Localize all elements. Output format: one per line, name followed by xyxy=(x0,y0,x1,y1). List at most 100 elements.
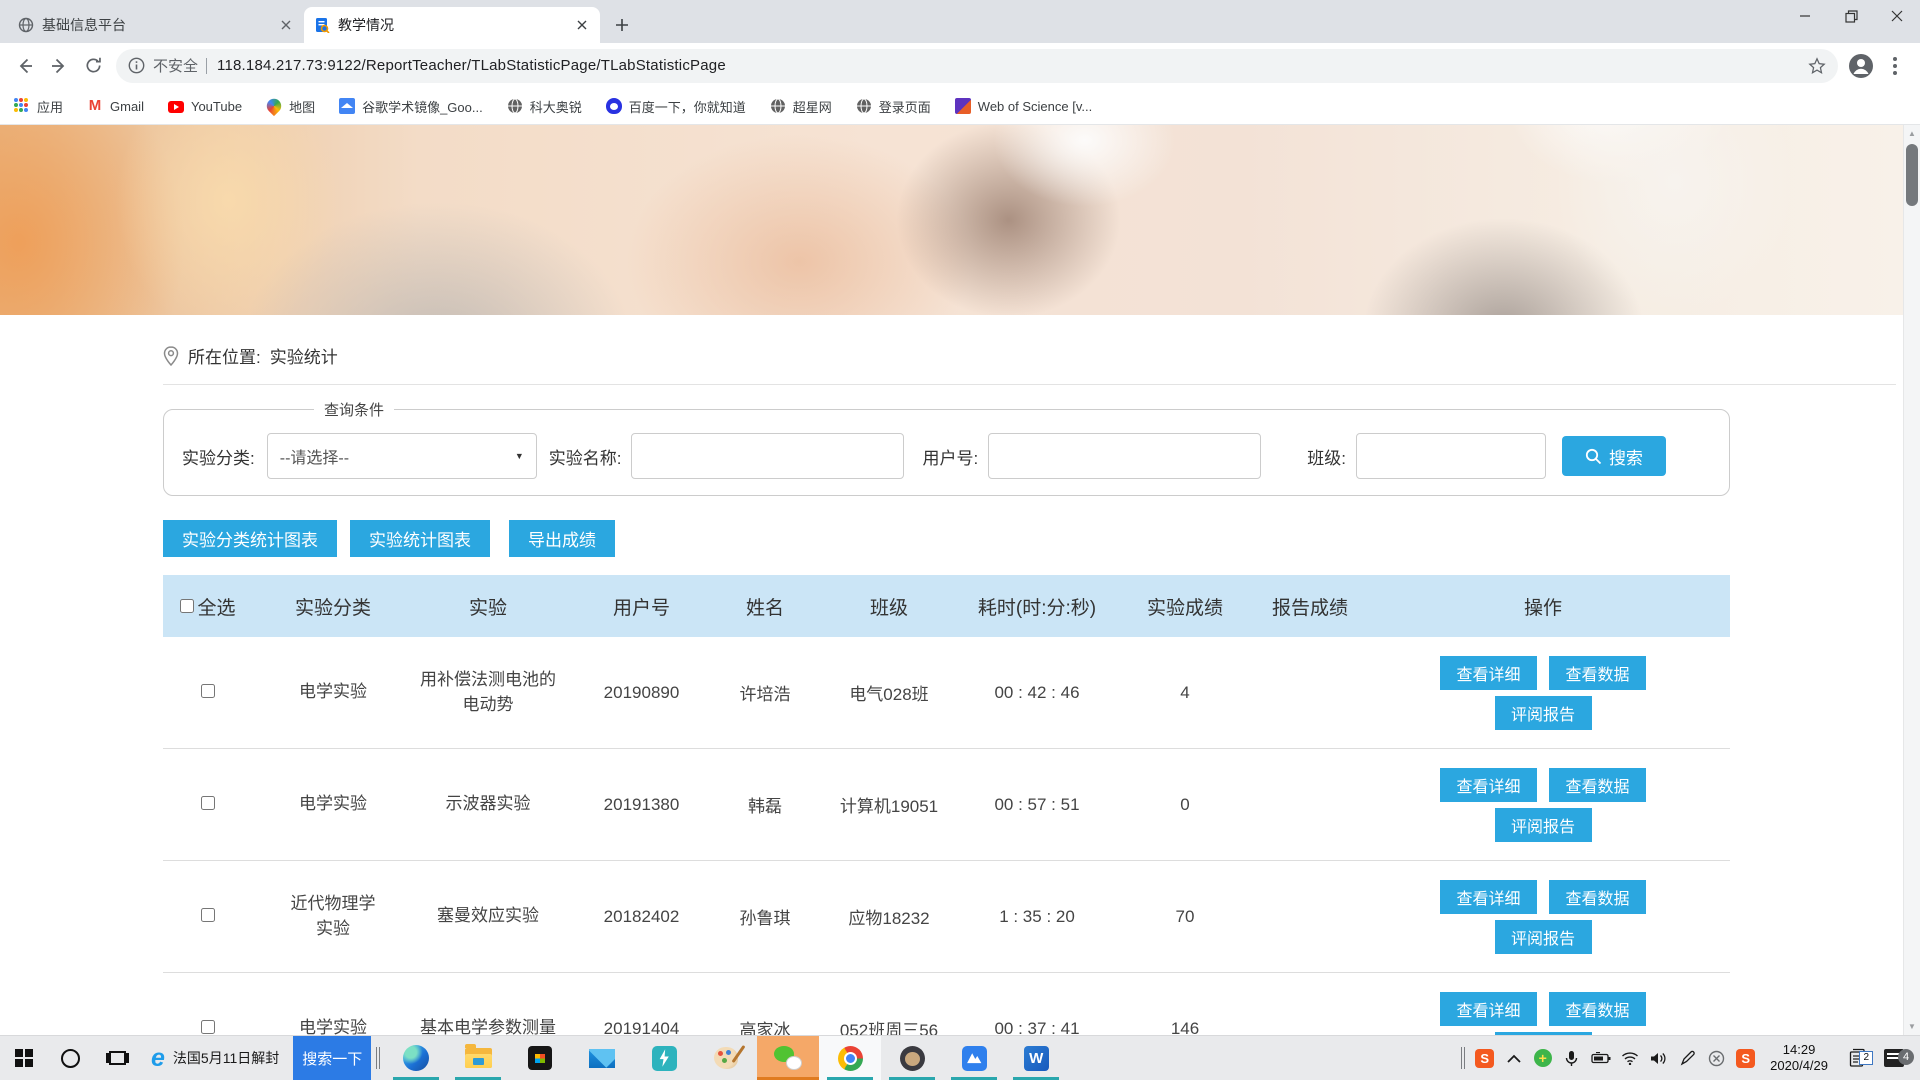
experiment-name-input[interactable] xyxy=(631,433,904,479)
review-report-button[interactable]: 评阅报告 xyxy=(1495,920,1592,954)
view-data-button[interactable]: 查看数据 xyxy=(1549,992,1646,1026)
360-safe-icon[interactable] xyxy=(1528,1049,1557,1067)
cortana-button[interactable] xyxy=(47,1036,94,1080)
back-icon[interactable] xyxy=(8,49,42,83)
reload-icon[interactable] xyxy=(76,49,110,83)
pen-input-icon[interactable] xyxy=(1673,1050,1702,1066)
bookmark-scholar-mirror[interactable]: 谷歌学术镜像_Goo... xyxy=(339,97,483,116)
bookmark-baidu[interactable]: 百度一下，你就知道 xyxy=(606,97,746,116)
taskbar-app-chrome[interactable] xyxy=(819,1036,881,1080)
taskbar-app-store[interactable] xyxy=(509,1036,571,1080)
search-button[interactable]: 搜索 xyxy=(1562,436,1666,476)
minimize-button[interactable] xyxy=(1782,0,1828,32)
row-checkbox[interactable] xyxy=(201,908,215,922)
news-ticker[interactable]: 法国5月11日解封 xyxy=(141,1036,293,1080)
action-center-button[interactable]: 4 xyxy=(1874,1049,1914,1067)
tab-basic-info-platform[interactable]: 基础信息平台 xyxy=(8,7,304,43)
start-button[interactable] xyxy=(0,1036,47,1080)
category-select[interactable]: --请选择-- ▼ xyxy=(267,433,537,479)
scroll-down-arrow[interactable]: ▼ xyxy=(1904,1018,1920,1035)
bookmark-star-icon[interactable] xyxy=(1808,57,1826,75)
query-conditions-panel: 查询条件 实验分类: --请选择-- ▼ 实验名称: 用户号: 班级: xyxy=(163,399,1730,496)
bookmark-youtube[interactable]: YouTube xyxy=(168,99,242,114)
cell-experiment: 基本电学参数测量 xyxy=(420,1016,556,1035)
taskbar-search-button[interactable]: 搜索一下 xyxy=(293,1036,371,1080)
bookmark-gmail[interactable]: Gmail xyxy=(87,98,144,114)
bookmark-login-page[interactable]: 登录页面 xyxy=(856,97,931,116)
user-id-input[interactable] xyxy=(988,433,1261,479)
scroll-up-arrow[interactable]: ▲ xyxy=(1904,125,1920,142)
class-input[interactable] xyxy=(1356,433,1546,479)
bookmark-maps[interactable]: 地图 xyxy=(266,97,315,116)
battery-icon[interactable] xyxy=(1586,1052,1615,1064)
bookmark-web-of-science[interactable]: Web of Science [v... xyxy=(955,98,1092,114)
close-window-button[interactable] xyxy=(1874,0,1920,32)
taskbar-app-paint[interactable] xyxy=(695,1036,757,1080)
bookmark-label: 超星网 xyxy=(793,97,832,116)
cell-duration: 00 : 42 : 46 xyxy=(968,683,1106,703)
taskbar-app-edge[interactable] xyxy=(385,1036,447,1080)
export-scores-button[interactable]: 导出成绩 xyxy=(509,520,615,557)
sogou-input-icon[interactable] xyxy=(1731,1049,1760,1068)
chevron-up-icon[interactable] xyxy=(1499,1054,1528,1063)
sogou-input-icon[interactable] xyxy=(1470,1049,1499,1068)
category-stat-chart-button[interactable]: 实验分类统计图表 xyxy=(163,520,337,557)
profile-avatar[interactable] xyxy=(1844,49,1878,83)
row-checkbox[interactable] xyxy=(201,1020,215,1034)
new-tab-button[interactable] xyxy=(608,11,636,39)
tab-title: 基础信息平台 xyxy=(42,15,270,35)
bookmark-label: 百度一下，你就知道 xyxy=(629,97,746,116)
address-bar[interactable]: 不安全 118.184.217.73:9122/ReportTeacher/TL… xyxy=(116,49,1838,83)
bookmark-kedaaorui[interactable]: 科大奥锐 xyxy=(507,97,582,116)
taskbar-clock[interactable]: 14:29 2020/4/29 xyxy=(1760,1042,1838,1074)
avatar-app-icon xyxy=(900,1046,925,1071)
bookmark-chaoxing[interactable]: 超星网 xyxy=(770,97,832,116)
view-data-button[interactable]: 查看数据 xyxy=(1549,768,1646,802)
cell-duration: 1 : 35 : 20 xyxy=(968,907,1106,927)
wifi-icon[interactable] xyxy=(1615,1051,1644,1065)
taskbar-app-wechat[interactable] xyxy=(757,1036,819,1080)
forward-icon[interactable] xyxy=(42,49,76,83)
page-scrollbar[interactable]: ▲ ▼ xyxy=(1903,125,1920,1035)
header-user-id: 用户号 xyxy=(563,593,720,620)
microphone-icon[interactable] xyxy=(1557,1050,1586,1067)
bookmark-label: 地图 xyxy=(289,97,315,116)
view-detail-button[interactable]: 查看详细 xyxy=(1440,656,1537,690)
browser-menu-icon[interactable] xyxy=(1878,49,1912,83)
cell-name: 韩磊 xyxy=(720,792,810,817)
task-view-button[interactable] xyxy=(94,1036,141,1080)
view-data-button[interactable]: 查看数据 xyxy=(1549,656,1646,690)
info-icon[interactable] xyxy=(128,57,145,74)
taskbar-app-lightning[interactable] xyxy=(633,1036,695,1080)
bookmark-label: YouTube xyxy=(191,99,242,114)
header-name: 姓名 xyxy=(720,593,810,620)
volume-icon[interactable] xyxy=(1644,1051,1673,1066)
bookmark-apps[interactable]: 应用 xyxy=(14,97,63,116)
review-report-button[interactable]: 评阅报告 xyxy=(1495,808,1592,842)
tab-title: 教学情况 xyxy=(338,15,566,35)
taskbar-app-mail[interactable] xyxy=(571,1036,633,1080)
view-detail-button[interactable]: 查看详细 xyxy=(1440,768,1537,802)
row-checkbox[interactable] xyxy=(201,684,215,698)
review-report-button[interactable]: 评阅报告 xyxy=(1495,696,1592,730)
cell-duration: 00 : 57 : 51 xyxy=(968,795,1106,815)
select-all-checkbox[interactable] xyxy=(180,599,194,613)
scrollbar-thumb[interactable] xyxy=(1906,144,1918,206)
view-detail-button[interactable]: 查看详细 xyxy=(1440,992,1537,1026)
view-detail-button[interactable]: 查看详细 xyxy=(1440,880,1537,914)
taskbar-app-mountain[interactable] xyxy=(943,1036,1005,1080)
documents-count-badge: 2 xyxy=(1859,1051,1873,1065)
row-checkbox[interactable] xyxy=(201,796,215,810)
experiment-name-label: 实验名称: xyxy=(549,444,622,469)
tab-teaching-status[interactable]: 教学情况 xyxy=(304,7,600,43)
restore-button[interactable] xyxy=(1828,0,1874,32)
view-data-button[interactable]: 查看数据 xyxy=(1549,880,1646,914)
disconnected-icon[interactable] xyxy=(1702,1050,1731,1067)
tab-close-icon[interactable] xyxy=(278,17,294,33)
taskbar-app-file-explorer[interactable] xyxy=(447,1036,509,1080)
taskbar-app-avatar[interactable] xyxy=(881,1036,943,1080)
tray-documents-button[interactable]: 2 xyxy=(1838,1048,1874,1068)
taskbar-app-word[interactable] xyxy=(1005,1036,1067,1080)
tab-close-icon[interactable] xyxy=(574,17,590,33)
experiment-stat-chart-button[interactable]: 实验统计图表 xyxy=(350,520,490,557)
